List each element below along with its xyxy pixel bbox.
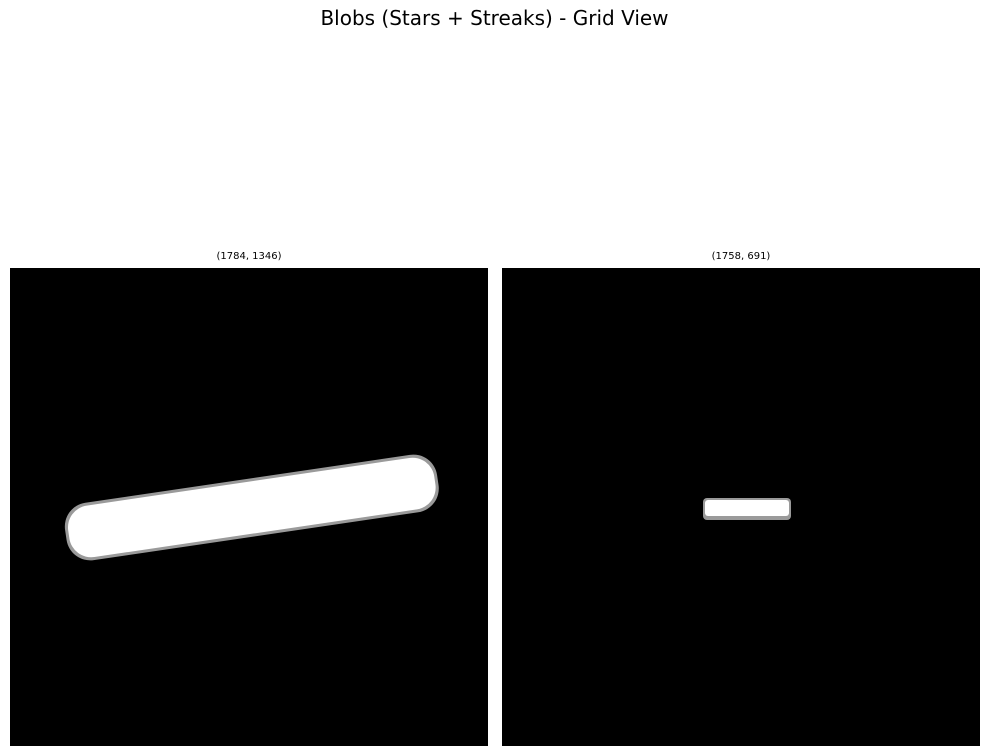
panel-1-title: (1784, 1346) <box>216 251 282 262</box>
streak-blob-small <box>703 498 791 520</box>
figure-title: Blobs (Stars + Streaks) - Grid View <box>320 6 669 30</box>
streak-blob-small-core <box>705 500 789 516</box>
panel-2-title: (1758, 691) <box>711 251 771 262</box>
panel-2-image <box>502 268 980 746</box>
panel-1-image <box>10 268 488 746</box>
streak-blob-large-core <box>67 457 436 558</box>
streak-blob-large <box>64 454 439 561</box>
